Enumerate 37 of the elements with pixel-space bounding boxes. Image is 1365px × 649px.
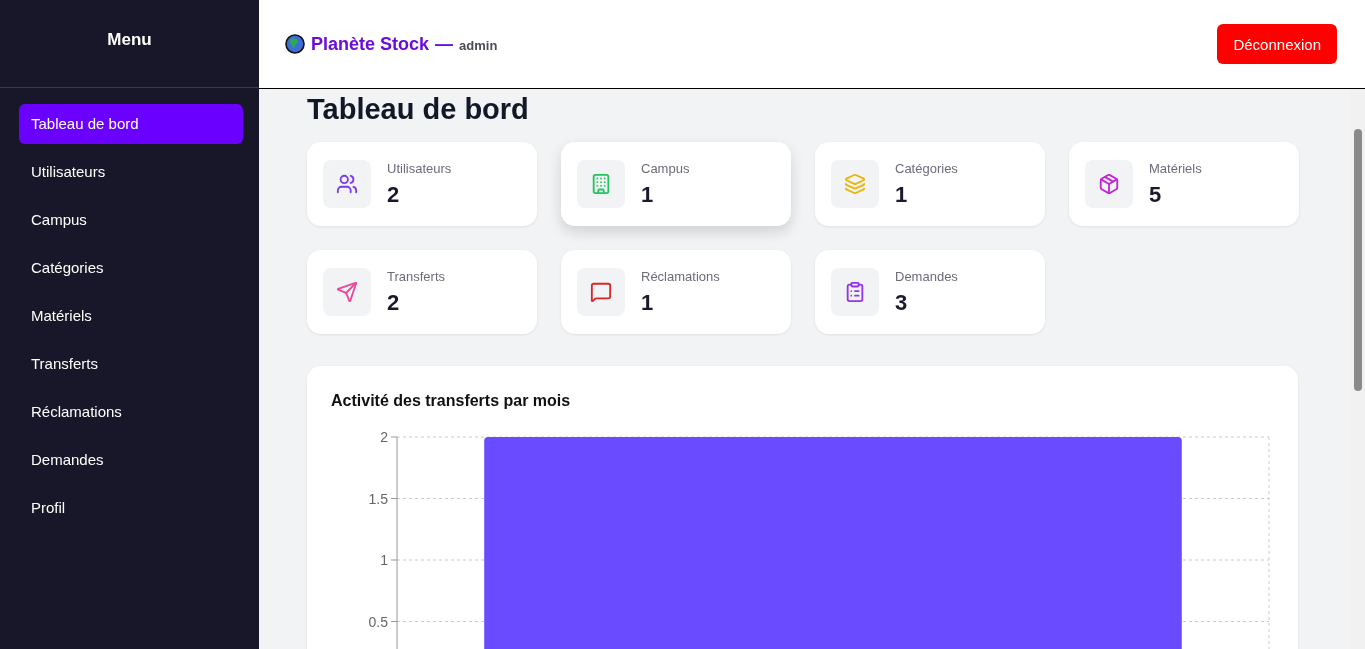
y-tick-label: 1.5 [368, 490, 388, 507]
nav-item[interactable]: Tableau de bord [19, 104, 243, 144]
stat-value: 1 [641, 181, 655, 208]
sidebar-title: Menu [107, 30, 152, 50]
nav-item[interactable]: Profil [19, 488, 243, 528]
y-tick-label: 0.5 [368, 613, 388, 630]
y-tick-label: 1 [380, 552, 388, 568]
stat-label: Catégories [895, 160, 958, 176]
stat-label: Matériels [1149, 160, 1202, 176]
stat-value: 2 [387, 181, 401, 208]
separator-dash: — [435, 33, 454, 55]
app-name: Planète Stock [311, 33, 430, 55]
stat-label: Réclamations [641, 268, 720, 284]
nav-item[interactable]: Campus [19, 200, 243, 240]
logout-button[interactable]: Déconnexion [1217, 24, 1337, 64]
nav-item[interactable]: Réclamations [19, 392, 243, 432]
stat-label: Demandes [895, 268, 958, 284]
nav-item[interactable]: Transferts [19, 344, 243, 384]
scrollbar[interactable] [1350, 89, 1365, 649]
stat-label: Campus [641, 160, 690, 176]
nav-item[interactable]: Demandes [19, 440, 243, 480]
stat-label: Utilisateurs [387, 160, 452, 176]
stat-value: 3 [895, 289, 909, 316]
nav-item[interactable]: Catégories [19, 248, 243, 288]
chart-title: Activité des transferts par mois [331, 392, 572, 410]
stat-value: 1 [641, 289, 655, 316]
stat-label: Transferts [387, 268, 446, 284]
nav-item[interactable]: Matériels [19, 296, 243, 336]
scrollbar-thumb[interactable] [1353, 129, 1362, 391]
globe-icon [285, 34, 305, 54]
user-name: admin [459, 37, 498, 53]
y-tick-label: 2 [380, 430, 388, 445]
nav-item[interactable]: Utilisateurs [19, 152, 243, 192]
stat-value: 5 [1149, 181, 1163, 208]
stat-value: 1 [895, 181, 909, 208]
page-title: Tableau de bord [307, 93, 530, 126]
stat-value: 2 [387, 289, 401, 316]
